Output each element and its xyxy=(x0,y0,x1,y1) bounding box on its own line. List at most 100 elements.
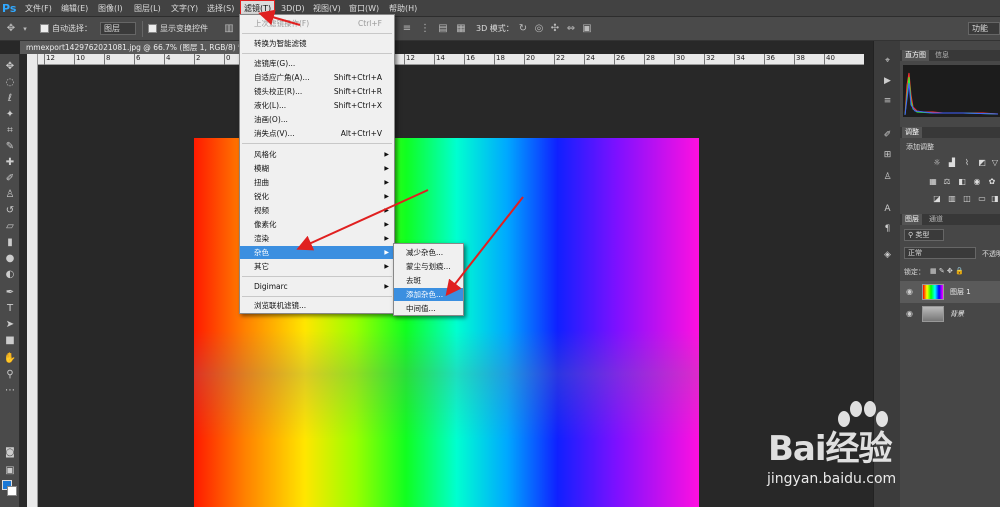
lock-icons[interactable]: ▦ ✎ ✥ 🔒 xyxy=(930,267,964,275)
menu-item-digimarc[interactable]: Digimarc ▶ xyxy=(240,280,394,293)
paragraph-icon[interactable]: ¶ xyxy=(880,223,895,236)
menu-type[interactable]: 文字(Y) xyxy=(168,0,201,17)
more-tools-icon[interactable]: ⋯ xyxy=(2,384,18,398)
shape-tool-icon[interactable]: ■ xyxy=(2,334,18,348)
channel-mixer-icon[interactable]: ✿ xyxy=(987,177,997,186)
hue-saturation-icon[interactable]: ▦ xyxy=(928,177,938,186)
distribute-icon[interactable]: ≡ xyxy=(400,22,414,36)
character-icon[interactable]: A xyxy=(880,203,895,216)
3d-panel-icon[interactable]: ◈ xyxy=(880,249,895,262)
layer-row[interactable]: ◉ 背景 xyxy=(900,303,1000,325)
show-transform-checkbox[interactable] xyxy=(148,24,157,33)
threshold-icon[interactable]: ◫ xyxy=(962,194,972,203)
menu-item-stylize[interactable]: 风格化 ▶ xyxy=(240,148,394,161)
history-icon[interactable]: ⌖ xyxy=(880,55,895,68)
menu-item-add-noise[interactable]: 添加杂色... xyxy=(394,288,463,301)
quick-mask-icon[interactable]: ◙ xyxy=(2,446,18,460)
menu-item-lens-correction[interactable]: 镜头校正(R)... Shift+Ctrl+R xyxy=(240,85,394,98)
slide-3d-icon[interactable]: ⇔ xyxy=(564,22,578,36)
dodge-tool-icon[interactable]: ◐ xyxy=(2,268,18,282)
levels-icon[interactable]: ▟ xyxy=(947,158,957,167)
visibility-eye-icon[interactable]: ◉ xyxy=(906,281,915,303)
menu-item-browse-filters-online[interactable]: 浏览联机滤镜... xyxy=(240,299,394,312)
scale-3d-icon[interactable]: ▣ xyxy=(580,22,594,36)
zoom-tool-icon[interactable]: ⚲ xyxy=(2,368,18,382)
background-color-swatch[interactable] xyxy=(7,486,17,496)
distribute-bottom-icon[interactable]: ▤ xyxy=(436,22,450,36)
crop-tool-icon[interactable]: ⌗ xyxy=(2,124,18,138)
hand-tool-icon[interactable]: ✋ xyxy=(2,352,18,366)
marquee-tool-icon[interactable]: ◌ xyxy=(2,76,18,90)
selective-color-icon[interactable]: ◨ xyxy=(990,194,1000,203)
menu-item-distort[interactable]: 扭曲 ▶ xyxy=(240,176,394,189)
clone-source-icon[interactable]: ♙ xyxy=(880,171,895,184)
properties-icon[interactable]: ≡ xyxy=(880,95,895,108)
distribute-center-icon[interactable]: ⋮ xyxy=(418,22,432,36)
tab-adjustments[interactable]: 调整 xyxy=(902,127,922,138)
posterize-icon[interactable]: ▥ xyxy=(947,194,957,203)
rotate-3d-icon[interactable]: ↻ xyxy=(516,22,530,36)
blur-tool-icon[interactable]: ● xyxy=(2,252,18,266)
brush-presets-icon[interactable]: ⊞ xyxy=(880,149,895,162)
tab-channels[interactable]: 通道 xyxy=(926,214,946,225)
auto-align-icon[interactable]: ▦ xyxy=(454,22,468,36)
menu-item-video[interactable]: 视频 ▶ xyxy=(240,204,394,217)
menu-item-median[interactable]: 中间值... xyxy=(394,302,463,315)
menu-item-reduce-noise[interactable]: 减少杂色... xyxy=(394,246,463,259)
pen-tool-icon[interactable]: ✒ xyxy=(2,286,18,300)
exposure-icon[interactable]: ◩ xyxy=(977,158,987,167)
black-white-icon[interactable]: ◧ xyxy=(957,177,967,186)
menu-item-other[interactable]: 其它 ▶ xyxy=(240,260,394,273)
invert-icon[interactable]: ◪ xyxy=(932,194,942,203)
move-tool-icon[interactable]: ✥ xyxy=(4,22,18,36)
lasso-tool-icon[interactable]: ℓ xyxy=(2,92,18,106)
tab-histogram[interactable]: 直方图 xyxy=(902,50,929,61)
menu-image[interactable]: 图像(I) xyxy=(95,0,126,17)
menu-item-filter-gallery[interactable]: 滤镜库(G)... xyxy=(240,57,394,70)
workspace-switcher[interactable]: 功能 xyxy=(968,22,1000,35)
tool-preset-dropdown-icon[interactable]: ▾ xyxy=(18,22,32,36)
menu-item-convert-smart-filter[interactable]: 转换为智能滤镜 xyxy=(240,37,394,50)
menu-item-oil-paint[interactable]: 油画(O)... xyxy=(240,113,394,126)
magic-wand-icon[interactable]: ✦ xyxy=(2,108,18,122)
blend-mode-dropdown[interactable]: 正常 xyxy=(904,247,976,259)
eraser-tool-icon[interactable]: ▱ xyxy=(2,220,18,234)
actions-icon[interactable]: ▶ xyxy=(880,75,895,88)
path-select-icon[interactable]: ➤ xyxy=(2,318,18,332)
layer-row[interactable]: ◉ 图层 1 xyxy=(900,281,1000,303)
auto-select-checkbox[interactable] xyxy=(40,24,49,33)
menu-layer[interactable]: 图层(L) xyxy=(131,0,164,17)
eyedropper-icon[interactable]: ✎ xyxy=(2,140,18,154)
menu-item-blur[interactable]: 模糊 ▶ xyxy=(240,162,394,175)
menu-item-pixelate[interactable]: 像素化 ▶ xyxy=(240,218,394,231)
roll-3d-icon[interactable]: ◎ xyxy=(532,22,546,36)
menu-select[interactable]: 选择(S) xyxy=(204,0,237,17)
visibility-eye-icon[interactable]: ◉ xyxy=(906,303,915,325)
brush-tool-icon[interactable]: ✐ xyxy=(2,172,18,186)
menu-item-dust-scratches[interactable]: 蒙尘与划痕... xyxy=(394,260,463,273)
drag-3d-icon[interactable]: ✣ xyxy=(548,22,562,36)
align-top-icon[interactable]: ▥ xyxy=(222,22,236,36)
gradient-map-icon[interactable]: ▭ xyxy=(977,194,987,203)
healing-brush-icon[interactable]: ✚ xyxy=(2,156,18,170)
menu-item-adaptive-wide-angle[interactable]: 自适应广角(A)... Shift+Ctrl+A xyxy=(240,71,394,84)
menu-item-liquify[interactable]: 液化(L)... Shift+Ctrl+X xyxy=(240,99,394,112)
menu-item-despeckle[interactable]: 去斑 xyxy=(394,274,463,287)
type-tool-icon[interactable]: T xyxy=(2,302,18,316)
menu-item-sharpen[interactable]: 锐化 ▶ xyxy=(240,190,394,203)
brush-panel-icon[interactable]: ✐ xyxy=(880,129,895,142)
tab-info[interactable]: 信息 xyxy=(932,50,952,61)
gradient-tool-icon[interactable]: ▮ xyxy=(2,236,18,250)
clone-stamp-icon[interactable]: ♙ xyxy=(2,188,18,202)
photo-filter-icon[interactable]: ◉ xyxy=(972,177,982,186)
menu-edit[interactable]: 编辑(E) xyxy=(58,0,91,17)
document-tab[interactable]: mmexport1429762021081.jpg @ 66.7% (图层 1,… xyxy=(20,41,250,54)
color-balance-icon[interactable]: ⚖ xyxy=(942,177,952,186)
menu-file[interactable]: 文件(F) xyxy=(22,0,55,17)
history-brush-icon[interactable]: ↺ xyxy=(2,204,18,218)
auto-select-dropdown[interactable]: 图层 xyxy=(100,22,136,35)
menu-item-vanishing-point[interactable]: 消失点(V)... Alt+Ctrl+V xyxy=(240,127,394,140)
menu-item-last-filter[interactable]: 上次滤镜操作(F) Ctrl+F xyxy=(240,17,394,30)
layer-kind-filter[interactable]: ⚲ 类型 xyxy=(904,229,944,241)
screen-mode-icon[interactable]: ▣ xyxy=(2,464,18,478)
